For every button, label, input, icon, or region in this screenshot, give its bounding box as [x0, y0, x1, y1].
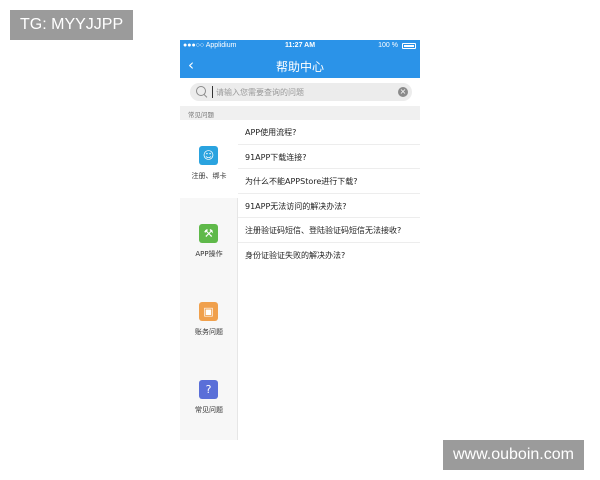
search-bar: ×	[180, 78, 420, 106]
page-title: 帮助中心	[275, 60, 324, 74]
question-icon: ?	[199, 380, 218, 399]
question-text: 注册验证码短信、登陆验证码短信无法接收?	[245, 226, 402, 235]
user-card-icon: ☺	[199, 146, 218, 165]
question-item[interactable]: 91APP下载连接?	[238, 145, 420, 169]
wrench-icon: ⚒	[199, 224, 218, 243]
question-item[interactable]: 注册验证码短信、登陆验证码短信无法接收?	[238, 218, 420, 243]
question-text: APP使用流程?	[245, 128, 297, 137]
question-text: 为什么不能APPStore进行下载?	[245, 177, 358, 186]
watermark-top-left: TG: MYYJJPP	[10, 10, 134, 40]
category-label: APP操作	[195, 250, 223, 258]
section-header-label: 常见问题	[188, 111, 214, 119]
category-label: 常见问题	[195, 406, 223, 414]
category-app-operation[interactable]: ⚒ APP操作	[180, 198, 238, 276]
category-label: 注册、绑卡	[191, 172, 227, 180]
nav-bar: ‹ 帮助中心	[180, 52, 420, 78]
phone-screen: ●●●○○ Applidium 11:27 AM 100 % ‹ 帮助中心 × …	[180, 40, 420, 440]
category-faq[interactable]: ? 常见问题	[180, 354, 238, 432]
question-text: 91APP无法访问的解决办法?	[245, 201, 347, 211]
question-item[interactable]: APP使用流程?	[238, 120, 420, 145]
category-register-bind-card[interactable]: ☺ 注册、绑卡	[180, 120, 238, 198]
search-input[interactable]	[216, 83, 396, 101]
section-header: 常见问题	[180, 106, 420, 120]
category-label: 账务问题	[195, 328, 223, 336]
category-sidebar: ☺ 注册、绑卡 ⚒ APP操作 ▣ 账务问题 ? 常见问题	[180, 120, 238, 440]
battery-percent: 100 %	[378, 42, 398, 49]
question-text: 身份证验证失败的解决办法?	[245, 250, 346, 260]
wallet-icon: ▣	[199, 302, 218, 321]
question-item[interactable]: 为什么不能APPStore进行下载?	[238, 169, 420, 194]
category-account-issues[interactable]: ▣ 账务问题	[180, 276, 238, 354]
question-text: 91APP下载连接?	[245, 152, 307, 162]
watermark-bottom-right: www.ouboin.com	[443, 440, 584, 470]
status-bar: ●●●○○ Applidium 11:27 AM 100 %	[180, 40, 420, 52]
clear-icon[interactable]: ×	[398, 87, 408, 97]
text-caret	[212, 86, 213, 98]
search-icon	[196, 86, 206, 96]
battery-icon	[402, 43, 416, 49]
question-item[interactable]: 91APP无法访问的解决办法?	[238, 194, 420, 218]
question-item[interactable]: 身份证验证失败的解决办法?	[238, 243, 420, 268]
search-box[interactable]: ×	[190, 83, 412, 101]
